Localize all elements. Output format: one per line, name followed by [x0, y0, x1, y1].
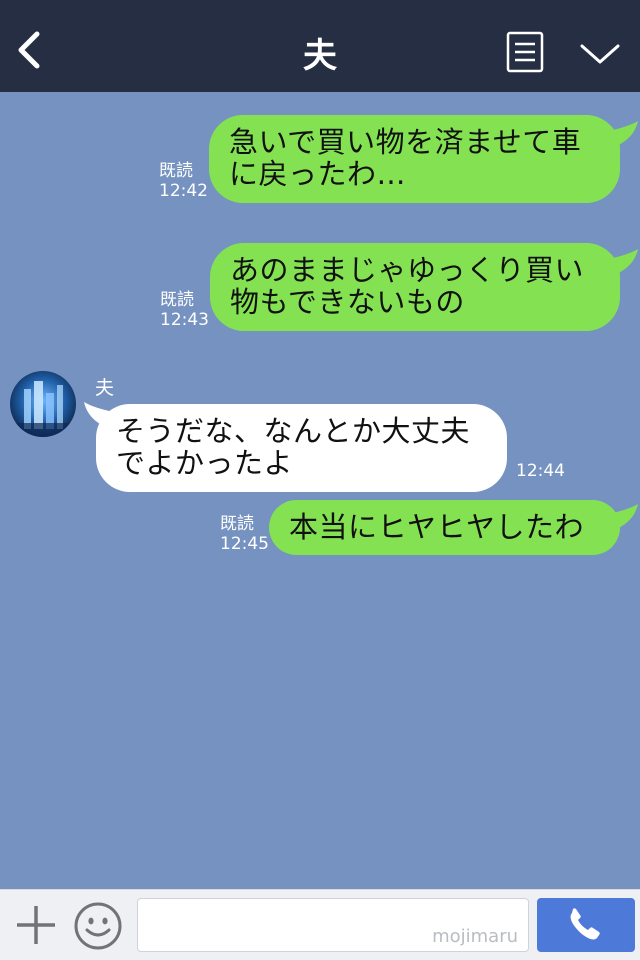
message-line: そうだな、なんとか大丈夫 — [116, 414, 471, 448]
chat-title: 夫 — [303, 36, 337, 76]
emoji-button[interactable] — [72, 900, 124, 952]
message-line: でよかったよ — [116, 446, 294, 480]
input-bar: mojimaru — [0, 889, 640, 960]
chevron-down-icon — [580, 44, 620, 64]
read-receipt: 既読 — [220, 514, 254, 534]
plus-icon — [17, 906, 55, 944]
message-input[interactable]: mojimaru — [137, 898, 529, 952]
bubble-tail — [608, 504, 638, 530]
message-line: 本当にヒヤヒヤしたわ — [289, 510, 585, 544]
notes-button[interactable] — [506, 31, 544, 73]
phone-icon — [570, 908, 600, 940]
avatar-image — [10, 371, 76, 437]
contact-avatar[interactable] — [10, 371, 76, 437]
message-time: 12:45 — [220, 534, 269, 554]
message-time: 12:43 — [160, 310, 209, 330]
message-line: 物もできないもの — [230, 285, 465, 319]
add-button[interactable] — [14, 903, 58, 947]
smiley-icon — [74, 902, 122, 950]
read-receipt: 既読 — [160, 290, 194, 310]
message-time: 12:44 — [516, 461, 565, 481]
bubble-tail — [608, 249, 638, 275]
my-message-bubble[interactable]: 急いで買い物を済ませて車 に戻ったわ… — [209, 115, 620, 203]
call-button[interactable] — [537, 898, 635, 952]
my-message-bubble[interactable]: 本当にヒヤヒヤしたわ — [269, 500, 620, 555]
chat-header: 夫 — [0, 0, 640, 92]
read-receipt: 既読 — [159, 161, 193, 181]
message-meta: 既読 12:45 — [220, 514, 269, 554]
message-list[interactable]: 既読 12:42 急いで買い物を済ませて車 に戻ったわ… 既読 12:43 あの… — [0, 92, 640, 889]
notes-icon — [506, 31, 544, 73]
message-line: 急いで買い物を済ませて車 — [229, 125, 582, 159]
sender-name: 夫 — [95, 377, 115, 399]
chevron-left-icon — [18, 31, 40, 69]
back-button[interactable] — [10, 26, 50, 74]
message-time: 12:42 — [159, 181, 208, 201]
bubble-tail — [608, 121, 638, 147]
message-line: あのままじゃゆっくり買い — [230, 253, 585, 287]
message-meta: 既読 12:42 — [159, 161, 208, 201]
my-message-bubble[interactable]: あのままじゃゆっくり買い 物もできないもの — [210, 243, 620, 331]
message-meta: 既読 12:43 — [160, 290, 209, 330]
their-message-bubble[interactable]: そうだな、なんとか大丈夫 でよかったよ — [96, 404, 507, 492]
message-line: に戻ったわ… — [229, 157, 407, 191]
watermark: mojimaru — [432, 926, 518, 947]
menu-button[interactable] — [576, 38, 624, 68]
